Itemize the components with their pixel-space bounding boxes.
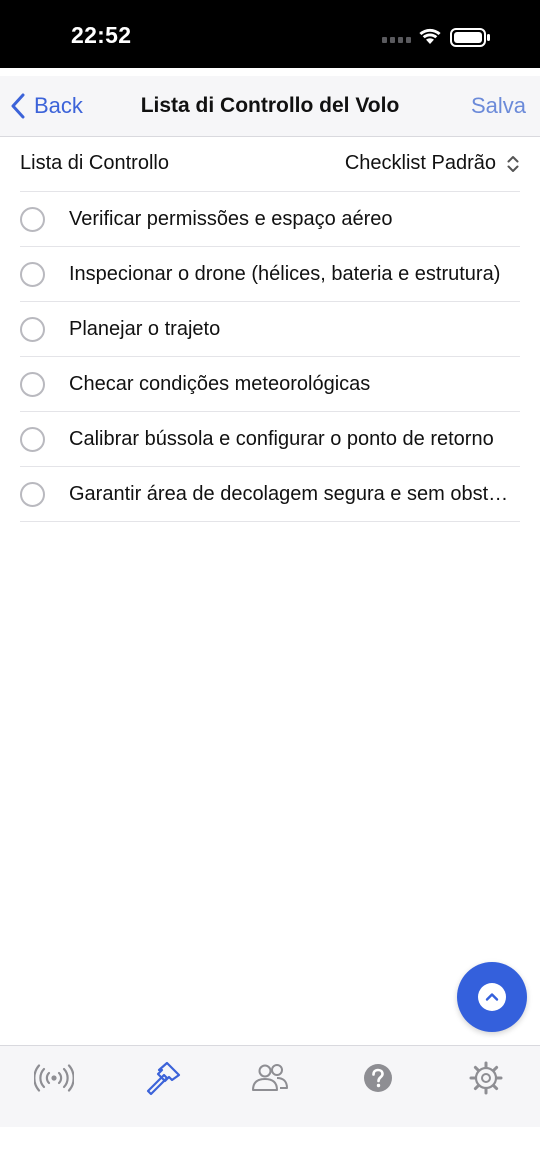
- chevron-left-icon: [11, 93, 25, 119]
- picker-label: Lista di Controllo: [20, 152, 169, 174]
- people-icon: [252, 1064, 288, 1091]
- checklist-item: Inspecionar o drone (hélices, bateria e …: [20, 247, 520, 302]
- chevron-up-down-icon: [507, 155, 519, 172]
- checklist-item-label: Inspecionar o drone (hélices, bateria e …: [69, 262, 501, 285]
- chevron-up-circle-icon: [478, 983, 506, 1011]
- broadcast-icon: [34, 1064, 74, 1092]
- tab-tools[interactable]: [142, 1060, 182, 1096]
- checkbox-circle[interactable]: [20, 206, 45, 232]
- home-indicator-area: [0, 1127, 540, 1171]
- wifi-icon: [419, 28, 441, 44]
- status-bar: 22:52: [0, 0, 540, 68]
- save-button[interactable]: Salva: [471, 76, 526, 136]
- checklist-item-label: Garantir área de decolagem segura e sem …: [69, 482, 520, 505]
- checklist-item-label: Calibrar bússola e configurar o ponto de…: [69, 427, 494, 450]
- status-time: 22:52: [71, 22, 132, 48]
- checklist-item-label: Checar condições meteorológicas: [69, 372, 371, 395]
- battery-icon: [450, 28, 490, 47]
- back-button[interactable]: Back: [10, 76, 83, 136]
- back-label: Back: [34, 93, 83, 118]
- picker-value: Checklist Padrão: [344, 152, 496, 174]
- checklist-picker-row: Lista di Controllo Checklist Padrão: [20, 136, 520, 192]
- checklist-item: Verificar permissões e espaço aéreo: [20, 192, 520, 247]
- checklist-item: Planejar o trajeto: [20, 302, 520, 357]
- scroll-to-top-button[interactable]: [457, 962, 527, 1032]
- question-icon: [364, 1064, 392, 1092]
- cellular-signal-icon: [382, 37, 411, 43]
- checkbox-circle[interactable]: [20, 426, 45, 452]
- tab-help[interactable]: [358, 1060, 398, 1096]
- hammer-icon: [146, 1061, 181, 1096]
- status-icons: [382, 25, 494, 49]
- tab-bar: [0, 1045, 540, 1128]
- navigation-bar: Back Lista di Controllo del Volo Salva: [0, 76, 540, 137]
- checklist-item: Garantir área de decolagem segura e sem …: [20, 467, 520, 522]
- tab-settings[interactable]: [466, 1060, 506, 1096]
- checkbox-circle[interactable]: [20, 481, 45, 507]
- gear-icon: [469, 1061, 503, 1095]
- checklist-item-label: Verificar permissões e espaço aéreo: [69, 207, 393, 230]
- tab-broadcast[interactable]: [34, 1060, 74, 1096]
- status-gap: [0, 68, 540, 76]
- checklist: Verificar permissões e espaço aéreo Insp…: [20, 192, 520, 522]
- checklist-item-label: Planejar o trajeto: [69, 317, 221, 340]
- checkbox-circle[interactable]: [20, 316, 45, 342]
- checkbox-circle[interactable]: [20, 371, 45, 397]
- checkbox-circle[interactable]: [20, 261, 45, 287]
- checklist-item: Checar condições meteorológicas: [20, 357, 520, 412]
- tab-people[interactable]: [250, 1060, 290, 1096]
- checklist-picker[interactable]: Checklist Padrão: [345, 152, 520, 175]
- checklist-item: Calibrar bússola e configurar o ponto de…: [20, 412, 520, 467]
